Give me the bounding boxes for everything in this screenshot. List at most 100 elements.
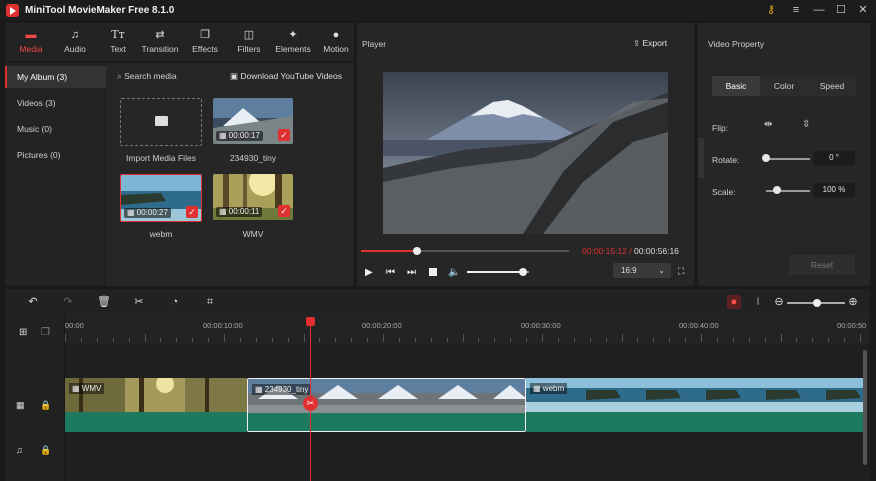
volume-handle[interactable] — [518, 268, 527, 276]
tab-motion[interactable]: ● Motion — [316, 23, 356, 61]
tab-effects[interactable]: ❐ Effects — [185, 23, 225, 61]
rotate-value[interactable]: 0 ° — [813, 151, 855, 165]
tab-speed[interactable]: Speed — [808, 76, 856, 96]
aspect-ratio-select[interactable]: 16:9 ⌄ — [613, 263, 671, 278]
video-preview[interactable] — [383, 72, 668, 234]
tab-filters[interactable]: ◫ Filters — [229, 23, 269, 61]
lock-icon[interactable]: 🔒 — [40, 400, 51, 411]
ruler-tick — [367, 338, 369, 342]
media-name-webm: webm — [149, 229, 173, 239]
collapse-panel-handle[interactable] — [698, 138, 704, 178]
player-progress-handle[interactable] — [413, 247, 422, 255]
zoom-in-icon[interactable]: ⊕ — [846, 295, 860, 309]
volume-icon[interactable]: 🔈 — [448, 267, 460, 278]
ruler-tick — [398, 338, 400, 342]
ruler-label: 00:00:10:00 — [203, 321, 243, 330]
timeline-scrollbar[interactable] — [863, 350, 867, 465]
tab-media[interactable]: ▬ Media — [11, 23, 51, 61]
zoom-handle[interactable] — [813, 299, 822, 307]
crop-icon[interactable]: ⌗ — [203, 295, 217, 309]
stop-button[interactable] — [429, 268, 437, 276]
scale-handle[interactable] — [773, 186, 781, 194]
sidebar-item-pictures[interactable]: Pictures (0) — [5, 144, 106, 166]
reset-button[interactable]: Reset — [789, 255, 855, 275]
key-icon[interactable]: ⚷ — [763, 3, 779, 17]
current-time: 00:00:15:12 — [582, 246, 627, 256]
ruler-tick — [192, 338, 194, 342]
ruler-tick — [669, 338, 671, 342]
ruler-tick — [303, 334, 305, 342]
import-media-tile[interactable] — [120, 98, 202, 146]
zoom-slider[interactable] — [787, 299, 845, 307]
previous-frame-button[interactable]: ⏮ — [386, 267, 395, 278]
scale-value[interactable]: 100 % — [813, 183, 855, 197]
sidebar-item-my-album[interactable]: My Album (3) — [5, 66, 106, 88]
ruler-tick — [732, 338, 734, 342]
tab-text[interactable]: Tт Text — [98, 23, 138, 61]
film-icon: ▦ — [255, 385, 263, 394]
media-thumb-wmv[interactable]: ▦ 00:00:11 ✓ — [213, 174, 293, 220]
sidebar-item-music[interactable]: Music (0) — [5, 118, 106, 140]
clip-name: webm — [542, 384, 565, 393]
copy-track-icon[interactable]: ❐ — [41, 327, 50, 338]
undo-icon[interactable]: ↶ — [26, 295, 40, 309]
clip-label: ▦ webm — [530, 383, 568, 394]
folder-icon: ▬ — [25, 29, 37, 41]
export-button[interactable]: ⇪ Export — [633, 38, 667, 49]
split-scissors-icon[interactable]: ✂ — [132, 295, 146, 309]
next-frame-button[interactable]: ⏭ — [407, 267, 416, 278]
flip-vertical-icon[interactable]: ⇳ — [802, 119, 810, 130]
flip-horizontal-icon[interactable]: ⇹ — [764, 119, 772, 130]
tab-basic[interactable]: Basic — [712, 76, 760, 96]
sidebar-item-videos[interactable]: Videos (3) — [5, 92, 106, 114]
speed-icon[interactable]: ◔ — [168, 295, 182, 309]
check-icon: ✓ — [278, 205, 290, 217]
tab-transition-label: Transition — [141, 44, 179, 54]
tab-transition[interactable]: ⇄ Transition — [140, 23, 180, 61]
maximize-button[interactable]: ☐ — [833, 3, 849, 17]
video-track-icon: ▦ — [16, 400, 25, 410]
lock-icon[interactable]: 🔒 — [40, 445, 51, 456]
tab-color[interactable]: Color — [760, 76, 808, 96]
download-youtube-button[interactable]: ▣ Download YouTube Videos — [230, 71, 342, 82]
ruler-tick — [287, 338, 289, 342]
tab-audio-label: Audio — [64, 44, 86, 54]
delete-icon[interactable]: 🗑 — [97, 295, 111, 309]
zoom-out-icon[interactable]: ⊖ — [772, 295, 786, 309]
audio-waveform — [65, 412, 247, 432]
fullscreen-icon[interactable]: ⛶ — [678, 266, 684, 277]
ruler-tick — [65, 334, 66, 342]
main-toolbar: ▬ Media ♫ Audio Tт Text ⇄ Transition ❐ E… — [5, 23, 354, 61]
ruler-label: 00:00:50 — [837, 321, 867, 330]
rotate-handle[interactable] — [762, 154, 770, 162]
ruler-tick — [319, 338, 321, 342]
close-button[interactable]: ✕ — [855, 3, 871, 17]
ruler-tick — [748, 338, 750, 342]
ruler-tick — [796, 338, 798, 342]
rotate-slider[interactable] — [766, 158, 810, 160]
tab-elements[interactable]: ✦ Elements — [273, 23, 313, 61]
timeline: ⊞ ❐ ▦ 🔒 ♫ 🔒 00:00 00:00:10:00 00:00:20:0… — [5, 316, 870, 481]
timeline-clip-234930-tiny[interactable]: ▦ 234930_tiny — [247, 378, 526, 432]
audio-split-icon[interactable]: ⧙ — [751, 295, 765, 309]
chevron-down-icon: ⌄ — [658, 266, 665, 275]
search-media-input[interactable]: ⌕ Search media — [117, 71, 177, 82]
play-button[interactable]: ▶ — [365, 267, 373, 278]
redo-icon[interactable]: ↷ — [61, 295, 75, 309]
playhead-handle[interactable] — [306, 317, 315, 326]
media-thumb-234930-tiny[interactable]: ▦ 00:00:17 ✓ — [213, 98, 293, 144]
volume-slider[interactable] — [467, 268, 529, 276]
timeline-clip-webm[interactable]: ▦ webm — [526, 378, 865, 432]
ruler-tick — [446, 338, 448, 342]
player-progress-track[interactable] — [361, 247, 569, 255]
add-track-icon[interactable]: ⊞ — [19, 327, 27, 338]
tab-audio[interactable]: ♫ Audio — [55, 23, 95, 61]
timeline-clip-wmv[interactable]: ▦ WMV — [65, 378, 247, 432]
menu-icon[interactable]: ≡ — [788, 3, 804, 17]
tab-media-label: Media — [19, 44, 43, 54]
media-thumb-webm[interactable]: ▦ 00:00:27 ✓ — [120, 174, 202, 222]
minimize-button[interactable]: — — [811, 3, 827, 17]
snap-magnet-icon[interactable]: ● — [727, 295, 741, 309]
split-scissors-icon[interactable]: ✂ — [303, 396, 318, 411]
timeline-ruler[interactable]: 00:00 00:00:10:00 00:00:20:00 00:00:30:0… — [65, 316, 870, 344]
